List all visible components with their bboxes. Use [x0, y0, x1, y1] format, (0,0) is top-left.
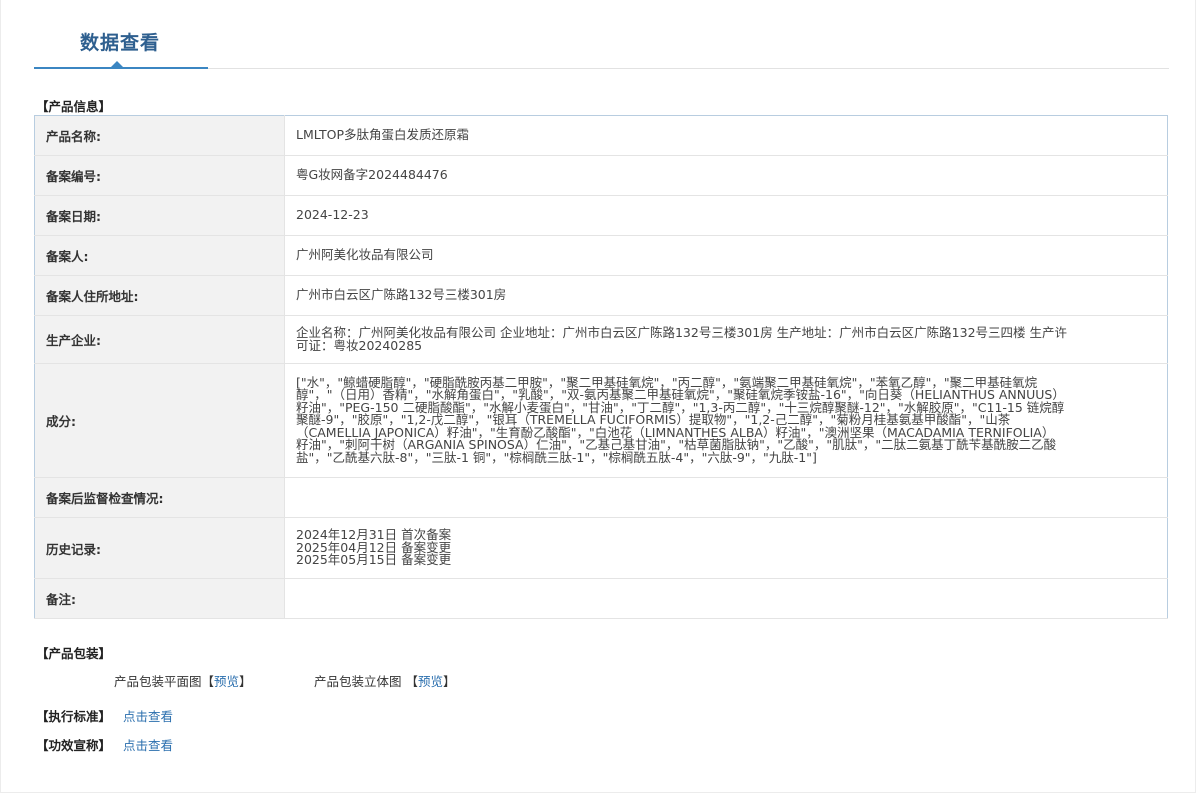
- table-row: 生产企业: 企业名称：广州阿美化妆品有限公司 企业地址：广州市白云区广陈路132号…: [34, 315, 1168, 364]
- packaging-solid-label: 产品包装立体图: [314, 674, 402, 689]
- row-value-line: 广州阿美化妆品有限公司: [296, 247, 434, 263]
- table-row: 产品名称: LMLTOP多肽角蛋白发质还原霜: [34, 115, 1168, 156]
- section-packaging: 【产品包装】: [36, 646, 112, 661]
- table-row: 备案后监督检查情况:: [34, 477, 1168, 518]
- section-efficacy: 【功效宣称】: [36, 738, 112, 753]
- table-row: 备案人: 广州阿美化妆品有限公司: [34, 235, 1168, 276]
- row-value: [284, 578, 1168, 619]
- row-label: 成分:: [34, 363, 285, 478]
- row-value: ["水"，"鲸蜡硬脂醇"，"硬脂酰胺丙基二甲胺"，"聚二甲基硅氧烷"，"丙二醇"…: [284, 363, 1168, 478]
- packaging-flat-row: 产品包装平面图【预览】: [114, 671, 252, 690]
- row-value: [284, 477, 1168, 518]
- row-value-line: 可证：粤妆20240285: [296, 337, 423, 353]
- row-value: 企业名称：广州阿美化妆品有限公司 企业地址：广州市白云区广陈路132号三楼301…: [284, 315, 1168, 364]
- preview-flat-link[interactable]: 预览: [214, 674, 239, 689]
- table-row: 备案日期: 2024-12-23: [34, 195, 1168, 236]
- row-label: 备注:: [34, 578, 285, 619]
- row-label: 产品名称:: [34, 115, 285, 156]
- tab-caret-icon: [110, 61, 124, 68]
- section-product-info: 【产品信息】: [36, 99, 112, 114]
- row-value: 广州阿美化妆品有限公司: [284, 235, 1168, 276]
- row-value: 广州市白云区广陈路132号三楼301房: [284, 275, 1168, 316]
- row-label: 备案人:: [34, 235, 285, 276]
- row-value: 粤G妆网备字2024484476: [284, 155, 1168, 196]
- product-info-table: 产品名称: LMLTOP多肽角蛋白发质还原霜 备案编号: 粤G妆网备字20244844…: [34, 115, 1168, 619]
- packaging-flat-label: 产品包装平面图: [114, 674, 202, 689]
- row-label: 备案日期:: [34, 195, 285, 236]
- row-label: 历史记录:: [34, 517, 285, 579]
- row-value-line: 2024-12-23: [296, 207, 369, 223]
- bracket-close: 】: [443, 674, 456, 689]
- row-value-line: 广州市白云区广陈路132号三楼301房: [296, 287, 507, 303]
- efficacy-view-link[interactable]: 点击查看: [123, 735, 173, 754]
- bracket-open: 【: [201, 674, 215, 689]
- row-value: LMLTOP多肽角蛋白发质还原霜: [284, 115, 1168, 156]
- table-row: 备案编号: 粤G妆网备字2024484476: [34, 155, 1168, 196]
- row-value: 2024-12-23: [284, 195, 1168, 236]
- packaging-solid-row: 产品包装立体图 【预览】: [314, 671, 456, 690]
- row-value-line: 盐"，"乙酰基六肽-8"，"三肽-1 铜"，"棕榈酰三肽-1"，"棕榈酰五肽-4…: [296, 449, 817, 465]
- table-row: 备注:: [34, 578, 1168, 619]
- row-value-line: 粤G妆网备字2024484476: [296, 167, 448, 183]
- row-label: 备案编号:: [34, 155, 285, 196]
- standard-view-link[interactable]: 点击查看: [123, 706, 173, 725]
- header-divider: [208, 68, 1169, 69]
- table-row: 备案人住所地址: 广州市白云区广陈路132号三楼301房: [34, 275, 1168, 316]
- bracket-open: 【: [405, 674, 419, 689]
- table-row: 历史记录: 2024年12月31日 首次备案 2025年04月12日 备案变更 202…: [34, 517, 1168, 579]
- table-row: 成分: ["水"，"鲸蜡硬脂醇"，"硬脂酰胺丙基二甲胺"，"聚二甲基硅氧烷"，"丙…: [34, 363, 1168, 478]
- row-value: 2024年12月31日 首次备案 2025年04月12日 备案变更 2025年05月…: [284, 517, 1168, 579]
- data-view-tab[interactable]: 数据查看: [34, 0, 208, 70]
- row-label: 生产企业:: [34, 315, 285, 364]
- section-standard: 【执行标准】: [36, 709, 112, 724]
- row-value-line: LMLTOP多肽角蛋白发质还原霜: [296, 127, 470, 143]
- row-value-line: 2025年05月15日 备案变更: [296, 552, 452, 568]
- bracket-close: 】: [239, 674, 252, 689]
- row-label: 备案人住所地址:: [34, 275, 285, 316]
- row-label: 备案后监督检查情况:: [34, 477, 285, 518]
- page-title: 数据查看: [80, 32, 161, 54]
- preview-solid-link[interactable]: 预览: [418, 674, 443, 689]
